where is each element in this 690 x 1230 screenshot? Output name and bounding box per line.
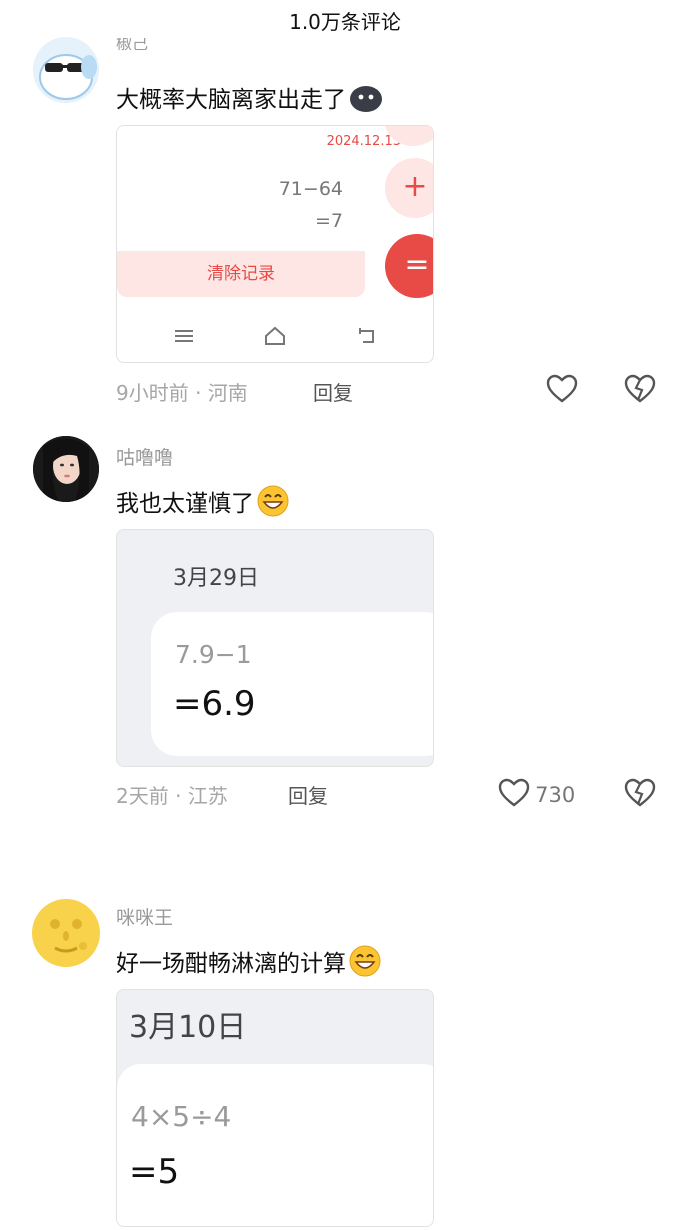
- comment-text-row: 大概率大脑离家出走了: [116, 80, 384, 119]
- grinning-emoji-icon: [348, 944, 382, 984]
- attached-screenshot[interactable]: 2024.12.13 71−64 =7 清除记录 + =: [116, 125, 434, 363]
- menu-icon[interactable]: [175, 328, 193, 348]
- clear-history-button[interactable]: 清除记录: [117, 251, 365, 297]
- history-entry-card: 4×5÷4 =5: [117, 1064, 433, 1226]
- black-blob-emoji-icon: [348, 83, 384, 119]
- separator-dot: ·: [195, 381, 202, 405]
- equals-key[interactable]: =: [385, 234, 433, 298]
- history-expression: 7.9−1: [175, 640, 252, 669]
- avatar[interactable]: [33, 436, 99, 502]
- comment-text: 好一场酣畅淋漓的计算: [116, 951, 346, 977]
- username[interactable]: 椒己: [116, 38, 148, 50]
- comment-text: 我也太谨慎了: [116, 491, 254, 517]
- clear-history-label: 清除记录: [207, 264, 275, 284]
- comment-text-row: 好一场酣畅淋漓的计算: [116, 944, 382, 984]
- avatar-moon-face-image: [32, 899, 100, 967]
- history-entry-card: 7.9−1 =6.9: [151, 612, 433, 756]
- separator-dot: ·: [175, 784, 182, 808]
- history-date: 3月10日: [129, 1010, 247, 1045]
- history-expression: 4×5÷4: [131, 1100, 232, 1133]
- like-heart-icon: [498, 778, 530, 807]
- comment-text: 大概率大脑离家出走了: [116, 87, 346, 113]
- back-icon[interactable]: [357, 327, 377, 349]
- home-icon[interactable]: [264, 326, 286, 350]
- avatar-girl-portrait-image: [33, 436, 99, 502]
- attached-screenshot[interactable]: 3月10日 4×5÷4 =5: [116, 989, 434, 1227]
- comment-time: 2天前: [116, 784, 169, 808]
- like-heart-icon[interactable]: [546, 374, 578, 408]
- avatar[interactable]: [33, 37, 99, 103]
- history-result: =6.9: [173, 684, 256, 724]
- history-expression: 71−64: [278, 178, 343, 200]
- comment-text-row: 我也太谨慎了: [116, 484, 290, 524]
- avatar[interactable]: [31, 898, 101, 968]
- history-result: =7: [314, 210, 343, 232]
- dislike-broken-heart-icon[interactable]: [624, 778, 656, 812]
- history-result: =5: [129, 1152, 180, 1192]
- plus-key[interactable]: +: [385, 158, 433, 218]
- reply-button[interactable]: 回复: [288, 780, 328, 809]
- comments-count-title: 1.0万条评论: [289, 10, 401, 34]
- comment-location: 河南: [207, 381, 248, 405]
- history-date: 3月29日: [173, 566, 259, 591]
- attached-screenshot[interactable]: 3月29日 7.9−1 =6.9: [116, 529, 434, 767]
- like-count: 730: [535, 783, 576, 807]
- dislike-broken-heart-icon[interactable]: [624, 374, 656, 408]
- comment-time: 9小时前: [116, 381, 189, 405]
- like-button[interactable]: 730: [498, 778, 575, 808]
- reply-button[interactable]: 回复: [313, 377, 353, 406]
- username[interactable]: 咪咪王: [116, 903, 173, 930]
- username[interactable]: 咕噜噜: [116, 443, 173, 470]
- avatar-sunglasses-image: [33, 37, 99, 103]
- grinning-emoji-icon: [256, 484, 290, 524]
- comment-location: 江苏: [187, 784, 228, 808]
